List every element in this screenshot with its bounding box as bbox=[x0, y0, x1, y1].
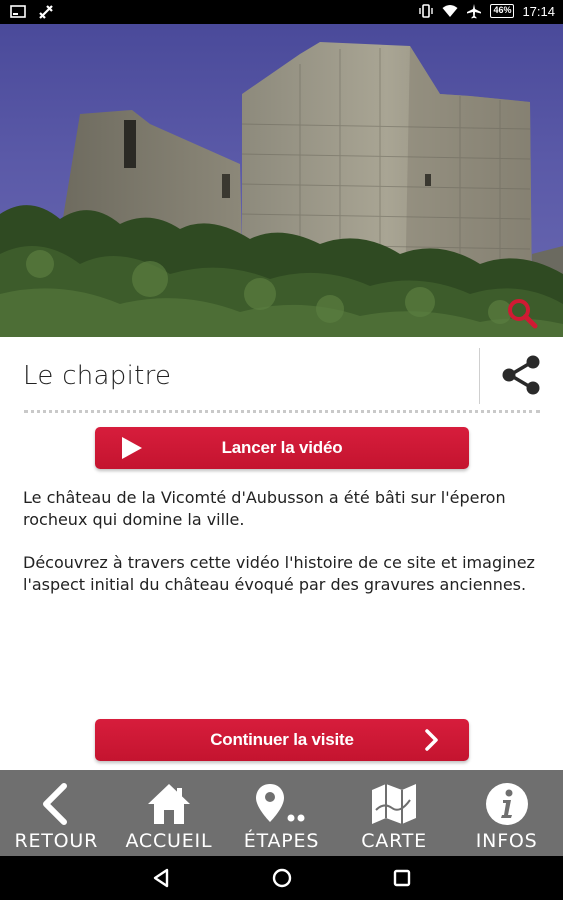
nav-accueil-label: ACCUEIL bbox=[125, 830, 213, 852]
nav-retour-label: RETOUR bbox=[14, 830, 99, 852]
status-bar: 46% 17:14 bbox=[0, 0, 563, 24]
header-divider bbox=[479, 348, 480, 404]
recents-square-icon[interactable] bbox=[391, 867, 413, 889]
screenshot-icon bbox=[10, 5, 26, 18]
description-paragraph-2: Découvrez à travers cette vidéo l'histoi… bbox=[23, 553, 535, 594]
home-circle-icon[interactable] bbox=[271, 867, 293, 889]
wifi-icon bbox=[442, 5, 458, 17]
chevron-right-icon bbox=[425, 729, 438, 751]
battery-icon: 46% bbox=[490, 4, 515, 18]
back-triangle-icon[interactable] bbox=[150, 867, 172, 889]
page-title: Le chapitre bbox=[23, 361, 172, 391]
share-button[interactable] bbox=[498, 353, 544, 397]
magnifier-icon bbox=[508, 299, 538, 329]
vibrate-icon bbox=[419, 4, 434, 18]
bottom-nav: RETOUR ACCUEIL ÉTAPES CARTE INFOS bbox=[0, 770, 563, 856]
location-pin-icon bbox=[256, 784, 305, 822]
nav-accueil[interactable]: ACCUEIL bbox=[113, 770, 226, 856]
nav-infos[interactable]: INFOS bbox=[450, 770, 563, 856]
map-icon bbox=[372, 784, 417, 824]
zoom-button[interactable] bbox=[505, 296, 539, 330]
chapter-header: Le chapitre bbox=[0, 337, 563, 415]
chevron-left-icon bbox=[43, 783, 68, 825]
play-icon bbox=[122, 437, 142, 459]
system-nav-bar bbox=[0, 856, 563, 900]
nav-etapes-label: ÉTAPES bbox=[243, 830, 320, 852]
description-paragraph-1: Le château de la Vicomté d'Aubusson a ét… bbox=[23, 488, 506, 529]
launch-video-button[interactable]: Lancer la vidéo bbox=[95, 427, 469, 469]
nav-retour[interactable]: RETOUR bbox=[0, 770, 113, 856]
continue-visit-label: Continuer la visite bbox=[210, 730, 354, 749]
nav-infos-label: INFOS bbox=[475, 830, 538, 852]
airplane-icon bbox=[467, 4, 482, 19]
launch-video-label: Lancer la vidéo bbox=[221, 438, 343, 457]
nav-carte[interactable]: CARTE bbox=[338, 770, 451, 856]
castle-ruins-photo bbox=[0, 42, 563, 337]
home-icon bbox=[147, 784, 190, 824]
nav-etapes[interactable]: ÉTAPES bbox=[225, 770, 338, 856]
status-time: 17:14 bbox=[522, 3, 555, 19]
section-divider bbox=[24, 410, 540, 413]
nav-carte-label: CARTE bbox=[361, 830, 427, 852]
info-icon bbox=[485, 783, 528, 825]
continue-visit-button[interactable]: Continuer la visite bbox=[95, 719, 469, 761]
share-icon bbox=[502, 355, 540, 395]
tools-icon bbox=[39, 5, 53, 19]
hero-image bbox=[0, 24, 563, 337]
